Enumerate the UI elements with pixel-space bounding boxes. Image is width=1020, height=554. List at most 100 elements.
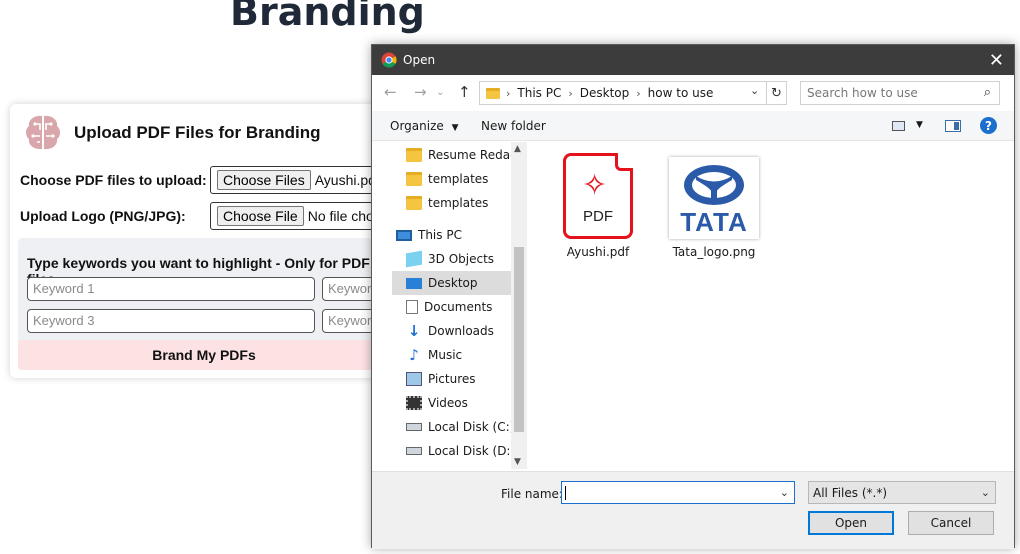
search-placeholder: Search how to use — [807, 86, 918, 100]
music-icon: ♪ — [409, 346, 419, 364]
pdf-upload-label: Choose PDF files to upload: — [20, 172, 207, 188]
nav-item-desktop[interactable]: Desktop — [392, 271, 512, 295]
nav-item-music[interactable]: ♪ Music — [392, 343, 512, 367]
acrobat-icon: ✧ — [582, 168, 608, 203]
brand-my-pdfs-button[interactable]: Brand My PDFs — [18, 340, 390, 370]
cancel-button[interactable]: Cancel — [908, 511, 994, 535]
videos-icon — [406, 396, 422, 410]
nav-item-pictures[interactable]: Pictures — [392, 367, 512, 391]
open-file-dialog: Open ✕ ← → ⌄ ↑ › This PC › Desktop › how… — [371, 44, 1015, 549]
nav-item-label: Desktop — [428, 276, 478, 290]
forward-arrow-icon[interactable]: → — [414, 83, 427, 101]
nav-item-3d-objects[interactable]: 3D Objects — [392, 247, 512, 271]
recent-dropdown-icon[interactable]: ⌄ — [436, 87, 444, 98]
keywords-panel: Type keywords you want to highlight - On… — [18, 238, 390, 370]
file-name-label: Ayushi.pdf — [566, 245, 630, 259]
navigation-pane: Resume Redactor templates templates This… — [372, 142, 526, 469]
address-row: ← → ⌄ ↑ › This PC › Desktop › how to use… — [372, 79, 1014, 107]
logo-file-input[interactable]: Choose File No file chosen — [210, 202, 380, 230]
choose-files-button[interactable]: Choose Files — [217, 170, 311, 190]
nav-item-label: Pictures — [428, 372, 476, 386]
chevron-down-icon[interactable]: ⌄ — [780, 486, 789, 499]
folder-icon — [406, 148, 422, 162]
file-type-select[interactable]: All Files (*.*) ⌄ — [808, 481, 996, 504]
downloads-icon: ↓ — [407, 322, 421, 340]
nav-item-label: templates — [428, 172, 489, 186]
refresh-icon[interactable]: ↻ — [767, 81, 787, 105]
organize-label: Organize — [390, 119, 444, 133]
caret-down-icon: ▼ — [451, 123, 459, 133]
card-header: Upload PDF Files for Branding — [22, 112, 321, 154]
dialog-title: Open — [403, 53, 436, 67]
nav-item-label: This PC — [418, 228, 462, 242]
nav-item-resume-redactor[interactable]: Resume Redactor — [392, 143, 512, 167]
logo-upload-label: Upload Logo (PNG/JPG): — [20, 208, 186, 224]
breadcrumb-desktop[interactable]: Desktop — [580, 86, 630, 100]
dialog-titlebar[interactable]: Open ✕ — [372, 45, 1014, 75]
keyword-1-input[interactable]: Keyword 1 — [27, 277, 315, 301]
computer-icon — [396, 229, 412, 241]
nav-item-label: Resume Redactor — [428, 148, 512, 162]
nav-item-label: Documents — [424, 300, 493, 314]
nav-item-downloads[interactable]: ↓ Downloads — [392, 319, 512, 343]
preview-pane-icon[interactable] — [945, 120, 961, 132]
chevron-down-icon: ⌄ — [980, 486, 990, 499]
file-name-label: Tata_logo.png — [672, 245, 756, 259]
nav-item-documents[interactable]: Documents — [392, 295, 512, 319]
pdf-file-input[interactable]: Choose Files Ayushi.pdf — [210, 166, 380, 194]
choose-file-button[interactable]: Choose File — [217, 206, 304, 226]
nav-item-local-disk-c[interactable]: Local Disk (C:) — [392, 415, 512, 439]
organize-menu[interactable]: Organize ▼ — [390, 119, 459, 133]
open-button[interactable]: Open — [808, 511, 894, 535]
nav-scrollbar[interactable]: ▲ ▼ — [511, 142, 527, 469]
view-options-icon[interactable] — [892, 121, 905, 131]
nav-item-label: Videos — [428, 396, 468, 410]
3d-objects-icon — [406, 250, 422, 268]
disk-icon — [406, 447, 422, 455]
dialog-footer: File name: ⌄ All Files (*.*) ⌄ Open Canc… — [372, 471, 1014, 549]
scroll-thumb[interactable] — [514, 247, 524, 432]
nav-item-templates[interactable]: templates — [392, 167, 512, 191]
help-icon[interactable]: ? — [980, 117, 997, 134]
file-name-field-label: File name: — [501, 487, 563, 501]
close-icon[interactable]: ✕ — [989, 50, 1004, 71]
nav-item-label: templates — [428, 196, 489, 210]
file-type-value: All Files (*.*) — [813, 486, 888, 500]
tata-wordmark: TATA — [680, 207, 748, 237]
pictures-icon — [406, 372, 422, 386]
scroll-down-icon[interactable]: ▼ — [514, 457, 521, 467]
nav-item-label: 3D Objects — [428, 252, 495, 266]
scroll-up-icon[interactable]: ▲ — [514, 144, 521, 154]
file-name-input[interactable]: ⌄ — [561, 481, 795, 504]
pdf-file-icon: ✧ PDF — [563, 153, 633, 239]
breadcrumb-this-pc[interactable]: This PC — [517, 86, 561, 100]
tata-emblem-icon — [684, 165, 744, 205]
nav-item-videos[interactable]: Videos — [392, 391, 512, 415]
nav-item-local-disk-d[interactable]: Local Disk (D:) — [392, 439, 512, 463]
folder-icon — [406, 172, 422, 186]
nav-item-label: Local Disk (D:) — [428, 444, 512, 458]
text-caret — [565, 486, 566, 500]
dialog-toolbar: Organize ▼ New folder ▼ ? — [372, 111, 1014, 141]
documents-icon — [406, 300, 418, 314]
file-item-tata-logo[interactable]: TATA Tata_logo.png — [664, 157, 764, 259]
nav-item-templates-2[interactable]: templates — [392, 191, 512, 215]
brain-icon — [26, 115, 60, 150]
nav-item-label: Music — [428, 348, 463, 362]
desktop-icon — [406, 277, 422, 289]
breadcrumb-how-to-use[interactable]: how to use — [648, 86, 714, 100]
back-arrow-icon[interactable]: ← — [384, 83, 397, 101]
keyword-3-input[interactable]: Keyword 3 — [27, 309, 315, 333]
file-item-ayushi-pdf[interactable]: ✧ PDF Ayushi.pdf — [548, 153, 648, 259]
chevron-down-icon[interactable]: ⌄ — [750, 84, 759, 97]
new-folder-button[interactable]: New folder — [481, 119, 546, 133]
nav-item-this-pc[interactable]: This PC — [392, 223, 512, 247]
search-icon: ⌕ — [983, 85, 991, 100]
address-bar[interactable]: › This PC › Desktop › how to use — [479, 81, 767, 105]
up-arrow-icon[interactable]: ↑ — [458, 83, 471, 101]
nav-item-label: Downloads — [428, 324, 494, 338]
search-input[interactable]: Search how to use ⌕ — [800, 81, 1000, 105]
folder-icon — [486, 87, 500, 99]
upload-card: Upload PDF Files for Branding Choose PDF… — [10, 104, 390, 378]
view-caret-icon[interactable]: ▼ — [916, 120, 923, 130]
